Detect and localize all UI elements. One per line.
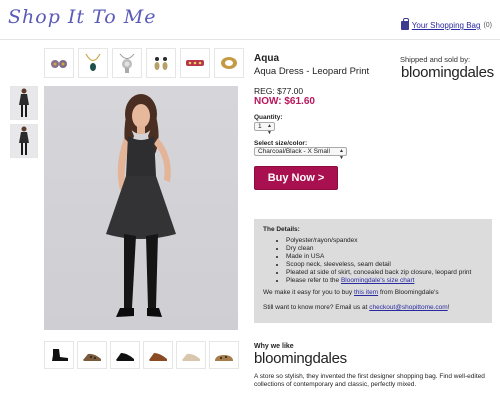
contact-suffix: ! — [447, 304, 450, 311]
thumbnail-view-back[interactable] — [10, 124, 38, 158]
accessory-thumbnails — [44, 48, 244, 78]
shipped-by-label: Shipped and sold by: — [400, 55, 471, 64]
product-brand: Aqua — [254, 53, 279, 64]
alternate-views — [10, 86, 38, 158]
thumbnail-drop-earrings[interactable] — [146, 48, 176, 78]
shopping-bag-link[interactable]: Your Shopping Bag (0) — [400, 18, 492, 30]
contact-text: Still want to know more? Email us at che… — [263, 304, 483, 312]
select-arrows-icon: ▲ ▼ — [267, 123, 272, 136]
shopping-bag-icon — [400, 18, 409, 30]
details-item: Made in USA — [286, 253, 483, 261]
thumbnail-earrings[interactable] — [44, 48, 74, 78]
thumbnail-cuff[interactable] — [214, 48, 244, 78]
regular-price: REG: $77.00 — [254, 86, 304, 96]
store-logo-large: bloomingdales — [254, 350, 347, 367]
product-main-image[interactable] — [44, 86, 238, 330]
quantity-value: 1 — [258, 123, 262, 130]
details-item: Scoop neck, sleeveless, seam detail — [286, 261, 483, 269]
details-item: Dry clean — [286, 245, 483, 253]
product-name: Aqua Dress - Leopard Print — [254, 66, 370, 77]
details-item: Polyester/rayon/spandex — [286, 237, 483, 245]
thumbnail-view-front[interactable] — [10, 86, 38, 120]
quantity-label: Quantity: — [254, 114, 283, 121]
site-logo[interactable]: Shop It To Me — [8, 6, 156, 28]
thumbnail-black-pump[interactable] — [110, 341, 140, 369]
thumbnail-bracelet[interactable] — [180, 48, 210, 78]
size-color-value: Charcoal/Black - X Small — [258, 148, 330, 155]
details-list: Polyester/rayon/spandex Dry clean Made i… — [263, 237, 483, 285]
size-color-label: Select size/color: — [254, 140, 308, 147]
thumbnail-nude-pump[interactable] — [176, 341, 206, 369]
product-details-box: The Details: Polyester/rayon/spandex Dry… — [254, 219, 492, 323]
contact-email-link[interactable]: checkout@shopittome.com — [369, 304, 448, 311]
easy-buy-suffix: from Bloomingdale's — [379, 289, 439, 296]
thumbnail-leopard-pump[interactable] — [77, 341, 107, 369]
easy-buy-text: We make it easy for you to buy this item… — [263, 289, 483, 297]
store-logo[interactable]: bloomingdales — [401, 64, 494, 81]
sale-price: NOW: $61.60 — [254, 96, 315, 107]
thumbnail-statement-necklace[interactable] — [112, 48, 142, 78]
thumbnail-black-bootie[interactable] — [44, 341, 74, 369]
details-item-size-chart: Please refer to the Bloomingdale's size … — [286, 277, 483, 285]
quantity-select[interactable]: 1 ▲ ▼ — [254, 122, 275, 136]
shopping-bag-count: (0) — [483, 22, 492, 29]
header-divider — [0, 39, 500, 40]
size-color-select[interactable]: Charcoal/Black - X Small ▲ ▼ — [254, 147, 347, 161]
easy-buy-prefix: We make it easy for you to buy — [263, 289, 353, 296]
thumbnail-necklace[interactable] — [78, 48, 108, 78]
select-arrows-icon: ▲ ▼ — [339, 148, 344, 161]
store-description: A store so stylish, they invented the fi… — [254, 373, 485, 388]
size-chart-prefix: Please refer to the — [286, 277, 340, 284]
thumbnail-leopard-flat[interactable] — [209, 341, 239, 369]
size-chart-link[interactable]: Bloomingdale's size chart — [341, 277, 415, 284]
why-we-like-heading: Why we like — [254, 343, 294, 350]
this-item-link[interactable]: this item — [354, 289, 378, 296]
details-title: The Details: — [263, 226, 300, 233]
buy-now-button[interactable]: Buy Now > — [254, 166, 338, 190]
thumbnail-cognac-pump[interactable] — [143, 341, 173, 369]
shoe-thumbnails — [44, 341, 239, 369]
details-item: Pleated at side of skirt, concealed back… — [286, 269, 483, 277]
shopping-bag-label[interactable]: Your Shopping Bag — [412, 21, 481, 30]
contact-prefix: Still want to know more? Email us at — [263, 304, 368, 311]
